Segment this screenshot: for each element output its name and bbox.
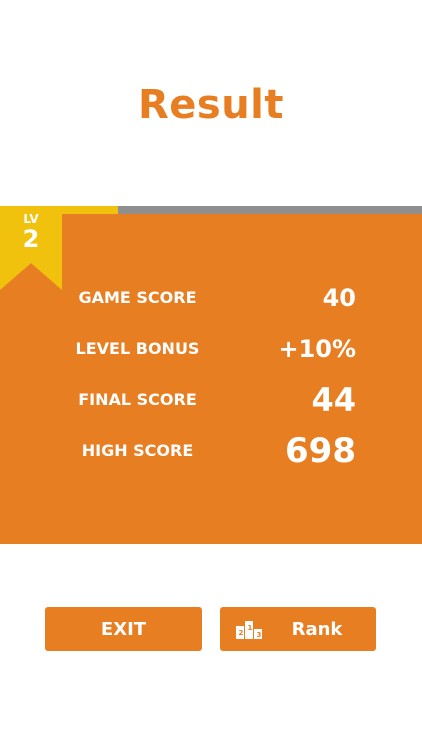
score-row-game-score: GAME SCORE 40 — [60, 278, 360, 318]
rank-button[interactable]: 2 1 3 Rank — [220, 607, 376, 651]
exit-button-label: EXIT — [100, 618, 147, 640]
svg-text:1: 1 — [247, 624, 252, 632]
svg-text:2: 2 — [238, 629, 243, 637]
result-screen: Result GAME SCORE 40 LEVEL BONUS +10% FI… — [0, 0, 422, 750]
podium-icon: 2 1 3 — [235, 621, 262, 639]
level-progress-track — [0, 206, 422, 214]
level-bonus-label: LEVEL BONUS — [75, 339, 200, 358]
game-score-label: GAME SCORE — [78, 288, 197, 307]
level-value: 2 — [22, 225, 40, 253]
high-score-value: 698 — [285, 431, 356, 471]
score-row-level-bonus: LEVEL BONUS +10% — [60, 329, 360, 369]
score-panel: GAME SCORE 40 LEVEL BONUS +10% FINAL SCO… — [0, 214, 422, 544]
score-row-high-score: HIGH SCORE 698 — [60, 431, 360, 471]
final-score-value: 44 — [311, 381, 356, 419]
game-score-value: 40 — [322, 284, 356, 312]
level-label: LV — [23, 212, 39, 226]
exit-button[interactable]: EXIT — [45, 607, 202, 651]
score-row-final-score: FINAL SCORE 44 — [60, 380, 360, 420]
final-score-label: FINAL SCORE — [78, 390, 197, 409]
level-bonus-value: +10% — [278, 335, 356, 363]
svg-text:3: 3 — [256, 631, 261, 639]
rank-button-label: Rank — [291, 618, 343, 640]
high-score-label: HIGH SCORE — [81, 441, 194, 460]
page-title: Result — [137, 82, 285, 128]
